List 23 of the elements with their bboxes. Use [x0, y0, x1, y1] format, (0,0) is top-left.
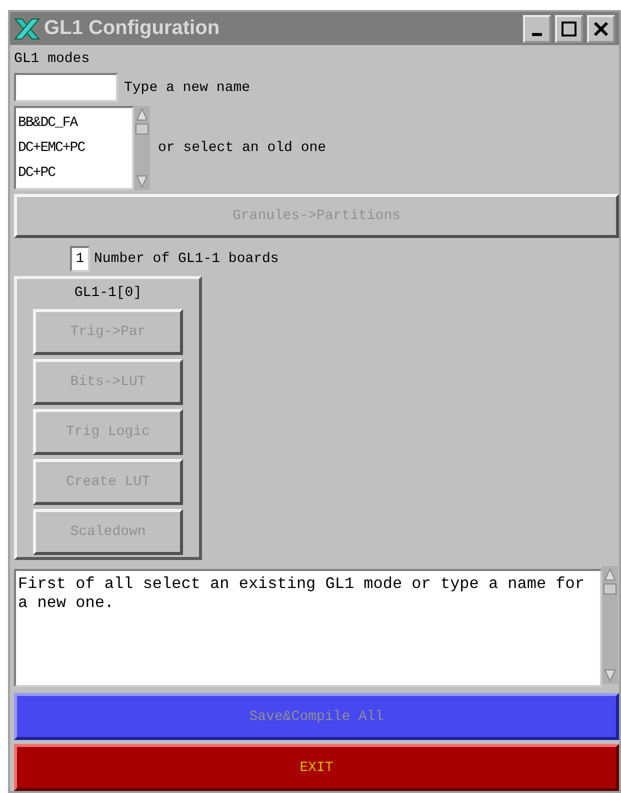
window-title: GL1 Configuration [44, 17, 221, 40]
name-field[interactable] [14, 73, 118, 102]
scrollbar[interactable] [602, 566, 618, 684]
close-button[interactable] [587, 14, 615, 42]
minimize-icon [532, 33, 542, 36]
maximize-button[interactable] [555, 14, 583, 42]
mode-item[interactable]: BB&DC_FA [18, 110, 130, 135]
message-text: First of all select an existing GL1 mode or type a name for a new one. [14, 568, 602, 686]
close-icon [593, 20, 609, 36]
modes-list[interactable]: BB&DC_FA DC+EMC+PC DC+PC [14, 106, 134, 190]
scrollbar[interactable] [134, 106, 150, 190]
x-logo-icon [14, 18, 40, 40]
new-name-label: Type a new name [124, 80, 250, 96]
board-count-label: Number of GL1-1 boards [94, 251, 279, 267]
mode-item[interactable]: DC+EMC+PC [18, 135, 130, 160]
board-count-field[interactable]: 1 [70, 246, 90, 272]
board-title: GL1-1[0] [74, 285, 142, 301]
mode-item[interactable]: DC+PC [18, 160, 130, 185]
exit-button[interactable]: EXIT [14, 744, 619, 791]
select-label: or select an old one [158, 140, 326, 156]
minimize-button[interactable] [523, 14, 551, 42]
maximize-icon [561, 20, 577, 36]
modes-label: GL1 modes [14, 51, 91, 67]
